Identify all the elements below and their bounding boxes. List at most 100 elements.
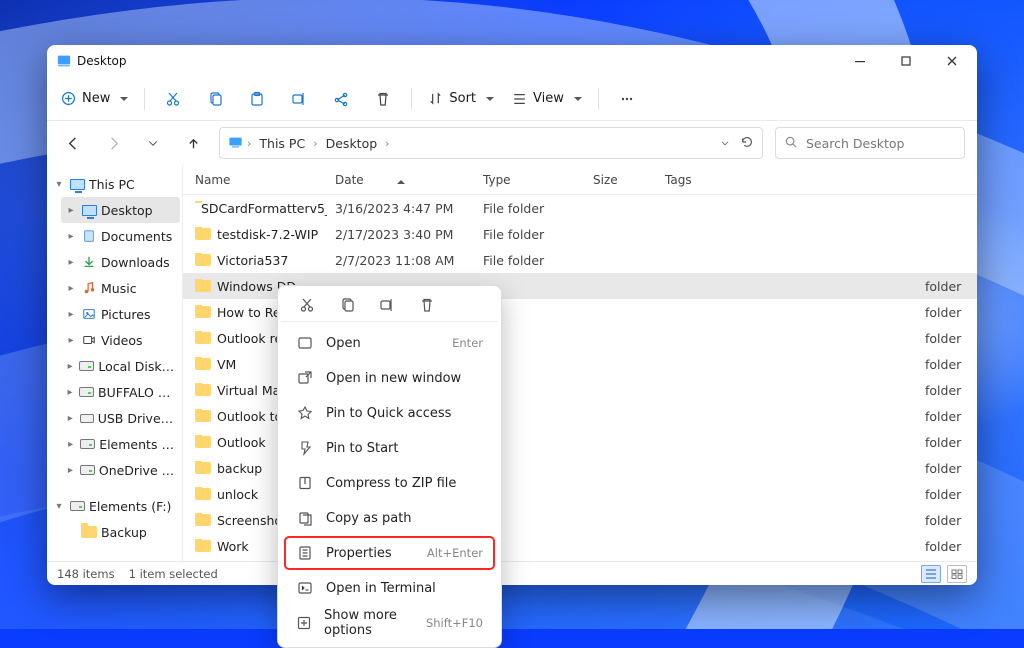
rename-button[interactable]: [279, 82, 319, 116]
sidebar-item[interactable]: ▸ Local Disk (C:): [61, 353, 180, 379]
table-row[interactable]: SDCardFormatterv5_Wi...3/16/2023 4:47 PM…: [183, 195, 977, 221]
drive-icon: [80, 436, 95, 452]
sidebar-item[interactable]: ▸Downloads: [61, 249, 180, 275]
expand-icon[interactable]: ▸: [65, 335, 77, 346]
recent-button[interactable]: [139, 129, 167, 157]
sidebar-item[interactable]: ▸ OneDrive (X:): [61, 457, 180, 483]
table-row[interactable]: testdisk-7.2-WIP2/17/2023 3:40 PMFile fo…: [183, 221, 977, 247]
copy-button[interactable]: [195, 82, 235, 116]
sidebar-item[interactable]: ▸ Music: [61, 275, 180, 301]
ctx-item-icon: [296, 440, 314, 456]
expand-icon[interactable]: ▸: [65, 387, 75, 398]
sidebar-item[interactable]: ▸Videos: [61, 327, 180, 353]
sidebar-item[interactable]: ▸USB Drive (E:): [61, 405, 180, 431]
more-button[interactable]: [607, 82, 647, 116]
context-menu: OpenEnterOpen in new window Pin to Quick …: [277, 285, 502, 648]
cell-name: Victoria537: [187, 253, 327, 268]
refresh-button[interactable]: [740, 135, 754, 152]
close-button[interactable]: [929, 45, 975, 77]
up-button[interactable]: [179, 129, 207, 157]
col-name[interactable]: Name: [187, 173, 327, 187]
expand-icon[interactable]: ▸: [65, 439, 76, 450]
expand-icon[interactable]: ▸: [65, 413, 76, 424]
sidebar-item[interactable]: ▸Desktop: [61, 197, 180, 223]
ctx-item-label: Compress to ZIP file: [326, 476, 456, 491]
new-button[interactable]: New: [53, 82, 136, 116]
drive-icon: [69, 498, 85, 514]
sidebar-item[interactable]: ▾This PC: [49, 171, 180, 197]
col-date[interactable]: Date: [327, 173, 475, 187]
icons-view-button[interactable]: [947, 565, 967, 583]
nav-row: › This PC › Desktop › Search Desktop: [47, 121, 977, 165]
sidebar-item-label: Music: [101, 281, 137, 296]
ctx-item-properties[interactable]: PropertiesAlt+Enter: [284, 536, 495, 570]
back-button[interactable]: [59, 129, 87, 157]
expand-icon[interactable]: ▸: [65, 309, 77, 320]
ctx-rename-icon[interactable]: [377, 295, 397, 315]
crumb-this-pc[interactable]: This PC: [255, 134, 309, 153]
search-box[interactable]: Search Desktop: [775, 127, 965, 159]
sort-button[interactable]: Sort: [420, 82, 502, 116]
ctx-item-open[interactable]: OpenEnter: [284, 326, 495, 360]
col-type[interactable]: Type: [475, 173, 585, 187]
sidebar-item[interactable]: ▾Elements (F:): [49, 493, 180, 519]
ctx-item-open-in-terminal[interactable]: Open in Terminal: [284, 571, 495, 605]
maximize-button[interactable]: [883, 45, 929, 77]
details-view-button[interactable]: [921, 565, 941, 583]
expand-icon[interactable]: ▸: [65, 205, 77, 216]
ctx-item-label: Show more options: [324, 608, 414, 638]
cell-type-trail: folder: [917, 513, 977, 528]
ctx-item-copy-as-path[interactable]: Copy as path: [284, 501, 495, 535]
cell-date: 2/7/2023 11:08 AM: [327, 253, 475, 268]
col-size[interactable]: Size: [585, 173, 657, 187]
minimize-button[interactable]: [837, 45, 883, 77]
ctx-item-compress-to-zip-file[interactable]: Compress to ZIP file: [284, 466, 495, 500]
cut-button[interactable]: [153, 82, 193, 116]
sidebar[interactable]: ▾This PC▸Desktop▸Documents▸Downloads▸Mus…: [47, 165, 183, 561]
ctx-item-pin-to-quick-access[interactable]: Pin to Quick access: [284, 396, 495, 430]
sidebar-item-label: OneDrive (X:): [99, 463, 176, 478]
expand-icon[interactable]: ▸: [65, 465, 76, 476]
ctx-item-open-in-new-window[interactable]: Open in new window: [284, 361, 495, 395]
expand-icon[interactable]: ▾: [53, 179, 65, 190]
sort-label: Sort: [449, 91, 476, 106]
expand-icon[interactable]: ▸: [65, 231, 77, 242]
forward-button[interactable]: [99, 129, 127, 157]
view-button[interactable]: View: [504, 82, 590, 116]
ctx-cut-icon[interactable]: [297, 295, 317, 315]
expand-icon[interactable]: ▾: [53, 501, 65, 512]
sidebar-item-label: Local Disk (C:): [98, 359, 176, 374]
sidebar-item[interactable]: ▸BUFFALO MiniS: [61, 379, 180, 405]
folder-icon: [195, 436, 211, 448]
delete-button[interactable]: [363, 82, 403, 116]
ctx-copy-icon[interactable]: [337, 295, 357, 315]
sidebar-item[interactable]: ▸Documents: [61, 223, 180, 249]
sidebar-item[interactable]: ▸Elements (F:): [61, 431, 180, 457]
pictures-icon: [81, 306, 97, 322]
ctx-item-icon: [296, 510, 314, 526]
cell-date: 2/17/2023 3:40 PM: [327, 227, 475, 242]
video-icon: [81, 332, 97, 348]
address-dropdown[interactable]: [720, 136, 730, 151]
table-row[interactable]: Victoria5372/7/2023 11:08 AMFile folder: [183, 247, 977, 273]
document-icon: [81, 228, 97, 244]
search-icon: [784, 135, 798, 152]
ctx-item-show-more-options[interactable]: Show more optionsShift+F10: [284, 606, 495, 640]
sidebar-item[interactable]: Backup: [61, 519, 180, 545]
expand-icon[interactable]: ▸: [65, 283, 77, 294]
sidebar-item[interactable]: ▸ Pictures: [61, 301, 180, 327]
crumb-desktop[interactable]: Desktop: [322, 134, 382, 153]
address-bar[interactable]: › This PC › Desktop ›: [219, 127, 763, 159]
toolbar: New Sort View: [47, 77, 977, 121]
ctx-delete-icon[interactable]: [417, 295, 437, 315]
col-tags[interactable]: Tags: [657, 173, 737, 187]
ctx-item-pin-to-start[interactable]: Pin to Start: [284, 431, 495, 465]
ctx-item-label: Pin to Quick access: [326, 406, 451, 421]
expand-icon[interactable]: ▸: [65, 361, 75, 372]
share-button[interactable]: [321, 82, 361, 116]
sidebar-item-label: Pictures: [101, 307, 151, 322]
paste-button[interactable]: [237, 82, 277, 116]
folder-icon: [195, 514, 211, 526]
expand-icon[interactable]: ▸: [65, 257, 77, 268]
cell-type-trail: folder: [917, 305, 977, 320]
